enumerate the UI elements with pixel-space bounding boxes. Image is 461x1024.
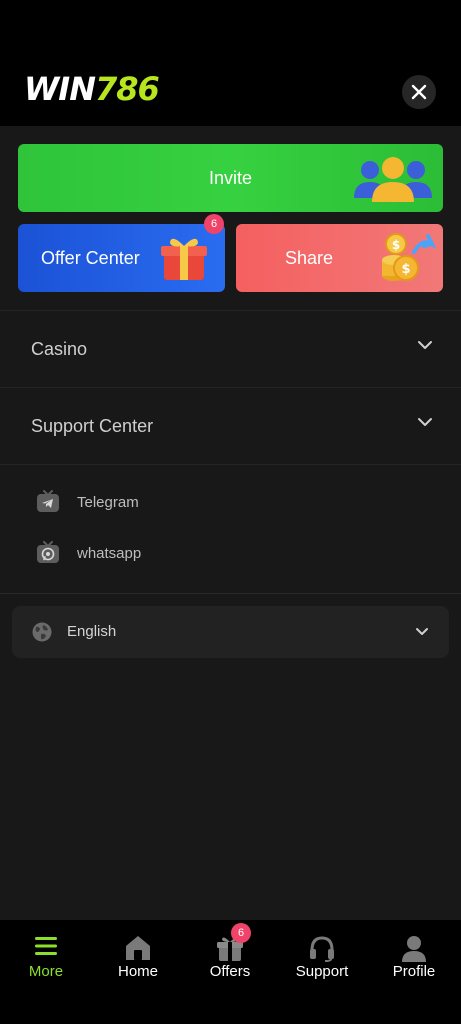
nav-item-label: More (28, 963, 64, 980)
language-selected-label: English (67, 623, 117, 640)
offers-count-badge: 6 (231, 923, 251, 943)
brand-logo[interactable]: WIN786 (24, 70, 160, 108)
offer-center-label: Offer Center (41, 248, 140, 268)
nav-item-label: Offers (209, 963, 251, 980)
gift-box-icon (161, 238, 207, 280)
globe-icon (32, 622, 52, 642)
nav-item-support[interactable]: Support (276, 920, 368, 990)
casino-section-toggle[interactable]: Casino (0, 310, 461, 386)
side-menu-page: WIN786 Invite Offer Center 6 Share $ $ C… (0, 0, 461, 1024)
section-divider (0, 464, 461, 465)
home-icon (126, 936, 150, 960)
chevron-down-icon (416, 628, 428, 635)
top-bar: WIN786 (0, 0, 461, 126)
whatsapp-icon (37, 541, 59, 563)
nav-item-home[interactable]: Home (92, 920, 184, 990)
support-item-whatsapp[interactable]: whatsapp (36, 538, 141, 568)
logo-text-win: WIN (24, 70, 96, 108)
support-item-label: Telegram (77, 493, 139, 511)
nav-item-offers[interactable]: 6 Offers (184, 920, 276, 990)
close-button[interactable] (402, 75, 436, 109)
section-divider (0, 593, 461, 594)
headset-icon (310, 936, 334, 962)
svg-text:$: $ (401, 262, 410, 277)
support-item-telegram[interactable]: Telegram (36, 487, 139, 517)
user-icon (402, 936, 426, 962)
chevron-down-icon (418, 418, 432, 426)
close-icon (411, 84, 427, 100)
users-icon (354, 157, 432, 202)
invite-button[interactable]: Invite (18, 144, 443, 212)
support-center-section-toggle[interactable]: Support Center (0, 387, 461, 463)
chevron-down-icon (418, 341, 432, 349)
offer-center-button[interactable]: Offer Center 6 (18, 214, 225, 292)
share-button[interactable]: Share $ $ (236, 224, 443, 292)
share-label: Share (285, 248, 334, 268)
nav-item-more[interactable]: More (0, 920, 92, 990)
svg-text:$: $ (392, 238, 400, 252)
support-item-label: whatsapp (77, 544, 142, 562)
support-center-label: Support Center (31, 416, 154, 436)
logo-text-786: 786 (94, 70, 160, 108)
offer-count-badge: 6 (204, 214, 224, 234)
nav-item-label: Home (117, 963, 158, 980)
casino-label: Casino (31, 339, 88, 359)
nav-item-label: Support (295, 963, 349, 980)
nav-item-label: Profile (392, 963, 436, 980)
language-select[interactable]: English (12, 606, 449, 658)
telegram-icon (37, 490, 59, 512)
nav-item-profile[interactable]: Profile (368, 920, 460, 990)
coins-icon: $ $ (382, 233, 436, 281)
bottom-navigation: More Home 6 Offers Support Profile (0, 920, 461, 1024)
menu-icon (35, 937, 57, 955)
